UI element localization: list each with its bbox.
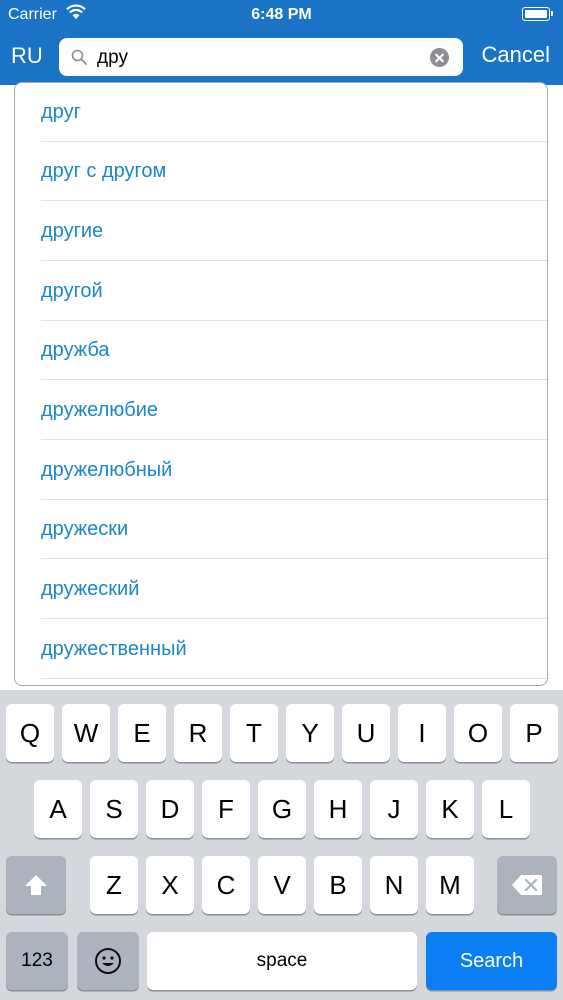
emoji-icon bbox=[95, 948, 121, 974]
battery-icon bbox=[522, 7, 553, 21]
suggestion-label: друг bbox=[41, 101, 81, 123]
emoji-key[interactable] bbox=[77, 932, 139, 990]
suggestion-label: дружеский bbox=[41, 578, 140, 600]
suggestion-item[interactable]: друг с другом bbox=[41, 142, 547, 201]
suggestion-label: дружелюбие bbox=[41, 399, 159, 421]
suggestion-label: другие bbox=[41, 220, 104, 242]
backspace-key[interactable] bbox=[497, 856, 557, 914]
key-g[interactable]: G bbox=[258, 780, 306, 838]
clock: 6:48 PM bbox=[251, 6, 312, 23]
suggestion-item[interactable]: дружелюбный bbox=[41, 441, 547, 500]
top-bar: Carrier 6:48 PM RU дру Cancel bbox=[0, 0, 563, 85]
shift-icon bbox=[25, 875, 47, 895]
status-bar: Carrier 6:48 PM bbox=[0, 0, 563, 30]
key-j[interactable]: J bbox=[370, 780, 418, 838]
suggestion-item[interactable]: дружески bbox=[41, 500, 547, 559]
key-s[interactable]: S bbox=[90, 780, 138, 838]
suggestion-label: друг с другом bbox=[41, 160, 167, 182]
key-u[interactable]: U bbox=[342, 704, 390, 762]
key-k[interactable]: K bbox=[426, 780, 474, 838]
key-f[interactable]: F bbox=[202, 780, 250, 838]
key-z[interactable]: Z bbox=[90, 856, 138, 914]
key-a[interactable]: A bbox=[34, 780, 82, 838]
key-t[interactable]: T bbox=[230, 704, 278, 762]
space-key[interactable]: space bbox=[147, 932, 417, 990]
key-d[interactable]: D bbox=[146, 780, 194, 838]
key-w[interactable]: W bbox=[62, 704, 110, 762]
key-r[interactable]: R bbox=[174, 704, 222, 762]
suggestion-label: дружелюбный bbox=[41, 459, 173, 481]
suggestion-item[interactable]: дружеский bbox=[41, 560, 547, 619]
keyboard: Q W E R T Y U I O P A S D F G H J K L Z … bbox=[0, 690, 563, 1000]
key-o[interactable]: O bbox=[454, 704, 502, 762]
key-b[interactable]: B bbox=[314, 856, 362, 914]
backspace-icon bbox=[512, 875, 542, 895]
key-q[interactable]: Q bbox=[6, 704, 54, 762]
numbers-key[interactable]: 123 bbox=[6, 932, 68, 990]
key-l[interactable]: L bbox=[482, 780, 530, 838]
suggestion-label: дружественный bbox=[41, 638, 187, 660]
key-i[interactable]: I bbox=[398, 704, 446, 762]
key-h[interactable]: H bbox=[314, 780, 362, 838]
key-y[interactable]: Y bbox=[286, 704, 334, 762]
shift-key[interactable] bbox=[6, 856, 66, 914]
suggestion-item[interactable]: друг bbox=[41, 83, 547, 142]
key-n[interactable]: N bbox=[370, 856, 418, 914]
key-p[interactable]: P bbox=[510, 704, 558, 762]
search-input[interactable]: дру bbox=[97, 47, 128, 69]
suggestion-label: дружба bbox=[41, 339, 110, 361]
key-m[interactable]: M bbox=[426, 856, 474, 914]
suggestion-item[interactable]: дружба bbox=[41, 321, 547, 380]
suggestion-item[interactable]: дружелюбие bbox=[41, 381, 547, 440]
suggestion-label: другой bbox=[41, 280, 103, 302]
key-e[interactable]: E bbox=[118, 704, 166, 762]
key-x[interactable]: X bbox=[146, 856, 194, 914]
clear-icon[interactable] bbox=[430, 48, 449, 67]
suggestion-label: дружески bbox=[41, 518, 129, 540]
suggestion-item[interactable]: другие bbox=[41, 202, 547, 261]
search-field[interactable]: дру bbox=[59, 38, 463, 76]
suggestion-list: друг друг с другом другие другой дружба … bbox=[14, 82, 548, 686]
key-c[interactable]: C bbox=[202, 856, 250, 914]
cancel-button[interactable]: Cancel bbox=[482, 42, 550, 68]
language-button[interactable]: RU bbox=[11, 43, 43, 69]
key-v[interactable]: V bbox=[258, 856, 306, 914]
search-key[interactable]: Search bbox=[426, 932, 557, 990]
suggestion-item[interactable]: дружественный bbox=[41, 620, 547, 679]
suggestion-item[interactable]: другой bbox=[41, 262, 547, 321]
search-icon bbox=[71, 49, 87, 65]
